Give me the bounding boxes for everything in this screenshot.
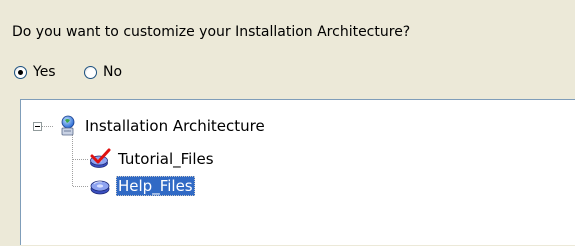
tree-node-root[interactable]: Installation Architecture xyxy=(56,115,267,137)
no-radio[interactable] xyxy=(84,65,97,79)
tree-node-help-files[interactable]: Help_Files xyxy=(89,175,195,197)
tree-node-tutorial-files[interactable]: Tutorial_Files xyxy=(89,148,216,170)
tree-node-root-label[interactable]: Installation Architecture xyxy=(83,116,267,136)
yes-radio-label[interactable]: Yes xyxy=(33,64,56,80)
server-globe-icon xyxy=(61,115,75,136)
collapse-toggle[interactable] xyxy=(33,122,42,131)
feature-disk-icon xyxy=(90,180,110,195)
tree-node-help-files-label[interactable]: Help_Files xyxy=(116,176,195,196)
yes-radio-option[interactable]: Yes xyxy=(14,60,56,84)
feature-check-icon xyxy=(90,148,111,168)
customize-question: Do you want to customize your Installati… xyxy=(12,24,411,40)
tree-node-tutorial-files-label[interactable]: Tutorial_Files xyxy=(116,149,216,169)
no-radio-label[interactable]: No xyxy=(103,64,122,80)
no-radio-option[interactable]: No xyxy=(84,60,122,84)
architecture-tree[interactable]: Installation Architecture Tutorial_Files… xyxy=(20,99,575,245)
yes-radio[interactable] xyxy=(14,65,27,79)
